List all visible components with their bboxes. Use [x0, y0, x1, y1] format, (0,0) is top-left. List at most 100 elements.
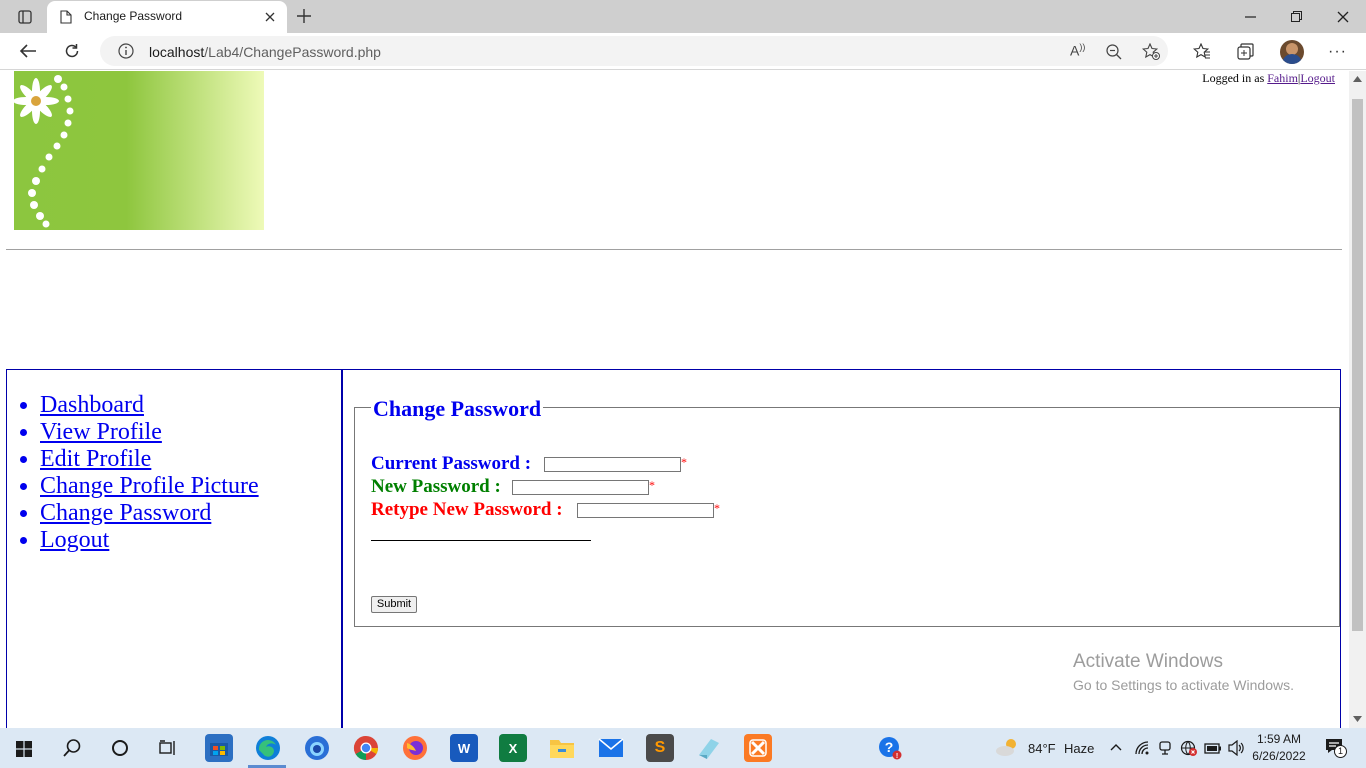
excel-icon[interactable]: X [499, 734, 527, 762]
watermark-title: Activate Windows [1073, 651, 1223, 672]
add-favorite-icon[interactable] [1142, 43, 1160, 60]
address-bar[interactable]: localhost/Lab4/ChangePassword.php A)) [100, 36, 1168, 66]
start-icon[interactable] [16, 741, 32, 757]
required-mark: * [714, 501, 720, 515]
network-icon[interactable] [1180, 740, 1198, 756]
back-icon[interactable] [13, 37, 43, 65]
required-mark: * [681, 455, 687, 469]
collections-icon[interactable] [1237, 43, 1255, 60]
sidebar-item-logout: Logout [40, 527, 259, 554]
wifi-icon[interactable] [1134, 740, 1150, 756]
sublime-text-icon[interactable]: S [646, 734, 674, 762]
help-icon[interactable]: ?! [876, 734, 904, 762]
sidebar-item-edit-profile: Edit Profile [40, 446, 259, 473]
task-view-icon[interactable] [159, 740, 177, 756]
url-text[interactable]: localhost/Lab4/ChangePassword.php [149, 44, 381, 60]
weather-temperature[interactable]: 84°F [1028, 741, 1056, 756]
svg-text:?: ? [885, 739, 894, 755]
fieldset-legend: Change Password [371, 396, 544, 422]
browser-toolbar: localhost/Lab4/ChangePassword.php A)) ··… [0, 33, 1366, 70]
edit-profile-link[interactable]: Edit Profile [40, 446, 151, 472]
activate-windows-watermark: Activate Windows Go to Settings to activ… [1073, 651, 1294, 693]
restore-icon[interactable] [1273, 0, 1319, 33]
sidebar-item-change-profile-picture: Change Profile Picture [40, 473, 259, 500]
tab-title: Change Password [84, 9, 183, 23]
battery-icon[interactable] [1204, 741, 1222, 755]
svg-text:!: ! [896, 753, 898, 760]
favorites-icon[interactable] [1193, 43, 1211, 60]
read-aloud-icon[interactable]: A)) [1070, 42, 1085, 59]
cortana-icon[interactable] [111, 739, 129, 757]
site-logo [14, 71, 264, 230]
username-link[interactable]: Fahim [1267, 71, 1298, 85]
header-logout-link[interactable]: Logout [1300, 71, 1335, 85]
view-profile-link[interactable]: View Profile [40, 419, 162, 445]
mail-icon[interactable] [597, 734, 625, 762]
header-divider [6, 249, 1342, 250]
logged-in-status: Logged in as Fahim|Logout [1202, 71, 1335, 85]
sidebar-item-change-password: Change Password [40, 500, 259, 527]
required-mark: * [649, 478, 655, 492]
new-tab-icon[interactable] [297, 9, 311, 23]
sidebar-menu: Dashboard View Profile Edit Profile Chan… [40, 392, 259, 554]
profile-avatar[interactable] [1280, 40, 1304, 64]
volume-icon[interactable] [1228, 740, 1246, 756]
zoom-out-icon[interactable] [1106, 44, 1122, 60]
page-scrollbar[interactable] [1349, 71, 1366, 728]
logout-link[interactable]: Logout [40, 527, 109, 553]
sidebar-item-view-profile: View Profile [40, 419, 259, 446]
word-icon[interactable]: W [450, 734, 478, 762]
retype-password-row: Retype New Password : * [371, 499, 720, 521]
web-page: Logged in as Fahim|Logout Dashboard View… [0, 71, 1349, 728]
page-icon [60, 10, 72, 24]
info-icon[interactable] [118, 43, 134, 59]
file-explorer-icon[interactable] [548, 734, 576, 762]
refresh-icon[interactable] [57, 37, 87, 65]
microsoft-store-icon[interactable] [205, 734, 233, 762]
browser-tab-bar: Change Password [0, 0, 1366, 33]
change-password-fieldset: Change Password Current Password : * New… [354, 396, 1340, 627]
weather-icon[interactable] [995, 737, 1021, 757]
weather-description[interactable]: Haze [1064, 741, 1094, 756]
firefox-dev-icon[interactable] [303, 734, 331, 762]
search-icon[interactable] [63, 739, 81, 757]
new-password-input[interactable] [512, 480, 649, 495]
more-options-icon[interactable]: ··· [1328, 43, 1347, 61]
current-password-row: Current Password : * [371, 453, 687, 475]
sidebar-item-dashboard: Dashboard [40, 392, 259, 419]
close-tab-icon[interactable] [265, 12, 275, 22]
change-password-link[interactable]: Change Password [40, 500, 211, 526]
scroll-thumb[interactable] [1352, 99, 1363, 631]
tab-actions-icon[interactable] [2, 0, 48, 33]
change-profile-picture-link[interactable]: Change Profile Picture [40, 473, 259, 499]
system-clock[interactable]: 1:59 AM 6/26/2022 [1247, 731, 1311, 765]
current-password-input[interactable] [544, 457, 681, 472]
show-hidden-icons-icon[interactable] [1110, 743, 1122, 751]
watermark-subtitle: Go to Settings to activate Windows. [1073, 677, 1294, 693]
new-password-row: New Password : * [371, 476, 655, 498]
retype-password-label: Retype New Password : [371, 499, 563, 520]
notepad-icon[interactable] [695, 734, 723, 762]
current-password-label: Current Password : [371, 453, 532, 474]
sidebar: Dashboard View Profile Edit Profile Chan… [7, 370, 343, 728]
windows-taskbar: W X S ?! 84°F Haze 1:59 AM 6/26/2022 1 [0, 728, 1366, 768]
edge-browser-icon[interactable] [254, 734, 282, 762]
clock-date: 6/26/2022 [1252, 749, 1306, 763]
xampp-icon[interactable] [744, 734, 772, 762]
form-separator [371, 540, 591, 541]
scroll-down-icon[interactable] [1353, 716, 1362, 722]
retype-password-input[interactable] [577, 503, 714, 518]
minimize-icon[interactable] [1227, 0, 1273, 33]
close-window-icon[interactable] [1320, 0, 1366, 33]
submit-button[interactable]: Submit [371, 596, 417, 613]
dashboard-link[interactable]: Dashboard [40, 392, 144, 418]
chrome-icon[interactable] [352, 734, 380, 762]
tab-change-password[interactable]: Change Password [47, 1, 287, 33]
firefox-icon[interactable] [401, 734, 429, 762]
notification-count: 1 [1334, 745, 1347, 758]
scroll-up-icon[interactable] [1353, 76, 1362, 82]
notifications-icon[interactable]: 1 [1325, 738, 1347, 758]
new-password-label: New Password : [371, 476, 501, 497]
clock-time: 1:59 AM [1256, 732, 1302, 746]
meet-now-icon[interactable] [1158, 740, 1172, 756]
